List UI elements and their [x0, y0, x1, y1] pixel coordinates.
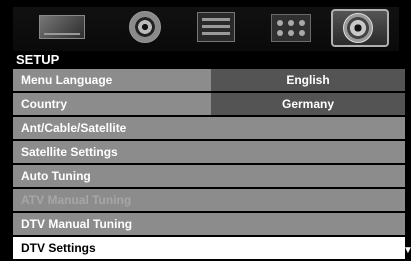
picture-menu-tab[interactable] [31, 11, 95, 45]
menu-item-label: DTV Manual Tuning [21, 217, 133, 231]
channel-menu-tab[interactable] [192, 11, 240, 45]
menu-item-dtv-manual-tuning[interactable]: DTV Manual Tuning [13, 213, 405, 235]
menu-item-label: Country [21, 97, 67, 111]
menu-item-label: Ant/Cable/Satellite [21, 121, 127, 135]
menu-item-label: Menu Language [21, 73, 113, 87]
menu-item-auto-tuning[interactable]: Auto Tuning [13, 165, 405, 187]
sound-icon [129, 11, 161, 43]
menu-item-menu-language[interactable]: Menu Language English [13, 69, 405, 91]
settings-icon [343, 13, 373, 43]
menu-item-atv-manual-tuning: ATV Manual Tuning [13, 189, 405, 211]
setup-menu-list: Menu Language English Country Germany An… [13, 69, 405, 261]
menu-item-ant-cable-satellite[interactable]: Ant/Cable/Satellite [13, 117, 405, 139]
menu-language-value[interactable]: English [211, 69, 405, 91]
channel-list-icon [197, 12, 235, 42]
menu-title: SETUP [16, 52, 60, 67]
sound-menu-tab[interactable] [121, 11, 169, 45]
menu-icon-bar [13, 7, 399, 51]
country-value[interactable]: Germany [211, 93, 405, 115]
menu-item-satellite-settings[interactable]: Satellite Settings [13, 141, 405, 163]
menu-item-dtv-settings[interactable]: DTV Settings [13, 237, 405, 259]
menu-item-label: Satellite Settings [21, 145, 118, 159]
scroll-down-icon: ▼ [403, 245, 411, 256]
settings-menu-tab[interactable] [331, 9, 389, 47]
menu-item-label: Auto Tuning [21, 169, 91, 183]
menu-item-country[interactable]: Country Germany [13, 93, 405, 115]
menu-item-label: ATV Manual Tuning [21, 193, 132, 207]
setup-grid-icon [271, 14, 311, 42]
menu-item-label: DTV Settings [21, 241, 96, 255]
features-menu-tab[interactable] [263, 11, 319, 45]
picture-icon [39, 15, 85, 39]
